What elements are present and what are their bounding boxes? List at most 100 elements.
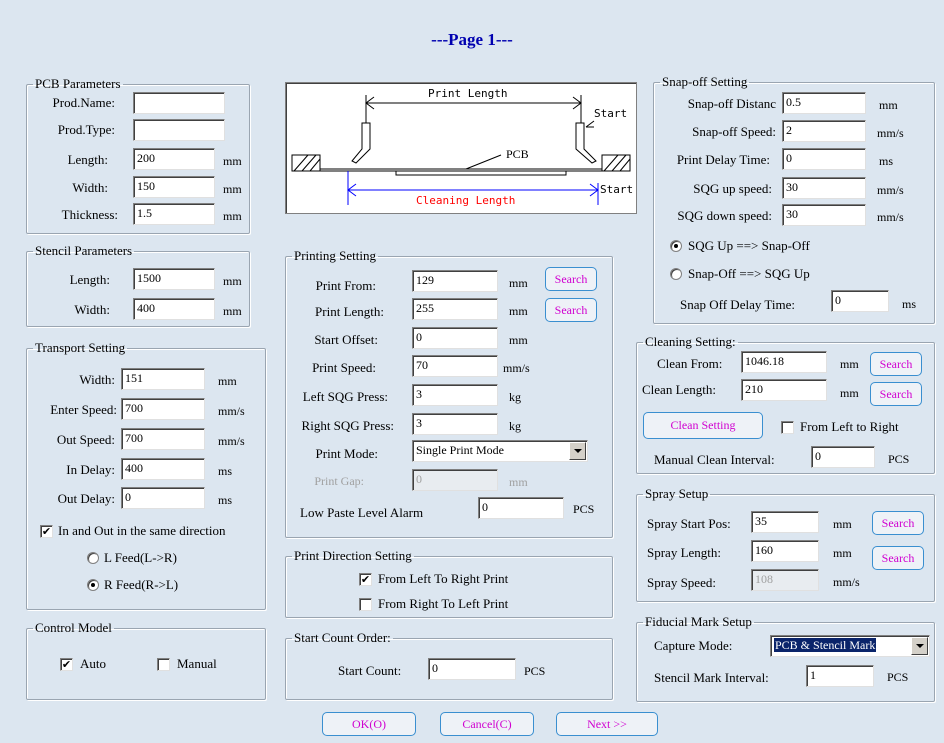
r-feed-label: R Feed(R->L) (104, 577, 179, 592)
print-gap-label: Print Gap: (314, 474, 364, 488)
enter-speed-label: Enter Speed: (50, 402, 117, 417)
clean-length-search-button[interactable]: Search (870, 382, 922, 406)
fiducial-setup-legend: Fiducial Mark Setup (645, 614, 752, 629)
sqg-up-first-radio[interactable] (670, 240, 682, 252)
out-speed-input[interactable]: 700 (121, 428, 205, 450)
out-delay-input[interactable]: 0 (121, 487, 205, 509)
pcb-thickness-unit: mm (223, 209, 242, 223)
print-from-search-button[interactable]: Search (545, 267, 597, 291)
sqg-down-speed-unit: mm/s (877, 210, 904, 224)
next-button[interactable]: Next >> (556, 712, 658, 736)
print-speed-input[interactable]: 70 (412, 355, 498, 377)
spray-start-pos-search-button[interactable]: Search (872, 511, 924, 535)
capture-mode-select[interactable]: PCB & Stencil Mark (770, 635, 930, 657)
pcb-length-label: Length: (67, 152, 108, 167)
rtl-print-checkbox[interactable] (359, 598, 372, 611)
enter-speed-input[interactable]: 700 (121, 398, 205, 420)
clean-from-input[interactable]: 1046.18 (741, 351, 827, 373)
print-from-input[interactable]: 129 (412, 270, 498, 292)
l-feed-radio[interactable] (87, 552, 99, 564)
snapoff-distance-label: Snap-off Distanc (687, 96, 776, 111)
stencil-mark-interval-input[interactable]: 1 (806, 665, 874, 687)
manual-checkbox[interactable] (157, 658, 170, 671)
print-speed-unit: mm/s (503, 361, 530, 375)
r-feed-radio[interactable] (87, 579, 99, 591)
capture-mode-dropdown-arrow-icon[interactable] (911, 637, 928, 655)
cleaning-setting-legend: Cleaning Setting: (645, 334, 736, 349)
prod-type-label: Prod.Type: (57, 122, 115, 137)
right-sqg-press-input[interactable]: 3 (412, 413, 498, 435)
low-paste-input[interactable]: 0 (478, 497, 564, 519)
same-direction-checkbox[interactable]: ✔ (40, 525, 53, 538)
prod-type-input[interactable] (133, 119, 225, 141)
start-offset-unit: mm (509, 333, 528, 347)
diagram-start-top-label: Start (594, 107, 628, 120)
print-from-label: Print From: (315, 278, 376, 293)
spray-start-pos-input[interactable]: 35 (751, 511, 819, 533)
pcb-thickness-input[interactable]: 1.5 (133, 203, 215, 225)
print-delay-input[interactable]: 0 (782, 148, 866, 170)
start-count-unit: PCS (524, 664, 546, 678)
clean-length-unit: mm (840, 386, 859, 400)
start-count-label: Start Count: (338, 663, 402, 678)
transport-width-unit: mm (218, 374, 237, 388)
low-paste-label: Low Paste Level Alarm (300, 505, 424, 520)
spray-speed-unit: mm/s (833, 575, 860, 589)
snapoff-distance-input[interactable]: 0.5 (782, 92, 866, 114)
print-gap-unit: mm (509, 475, 528, 489)
sqg-down-speed-input[interactable]: 30 (782, 204, 866, 226)
snapoff-speed-input[interactable]: 2 (782, 120, 866, 142)
start-offset-input[interactable]: 0 (412, 327, 498, 349)
start-count-input[interactable]: 0 (428, 658, 516, 680)
spray-length-label: Spray Length: (647, 545, 722, 560)
prod-name-input[interactable] (133, 92, 225, 114)
stencil-width-input[interactable]: 400 (133, 298, 215, 320)
clean-setting-button[interactable]: Clean Setting (643, 412, 763, 439)
in-delay-unit: ms (218, 464, 233, 478)
clean-from-search-button[interactable]: Search (870, 352, 922, 376)
cancel-button[interactable]: Cancel(C) (440, 712, 534, 736)
manual-clean-interval-unit: PCS (888, 452, 910, 466)
snapoff-first-radio[interactable] (670, 268, 682, 280)
left-sqg-press-label: Left SQG Press: (302, 389, 388, 404)
out-speed-unit: mm/s (218, 434, 245, 448)
snapoff-speed-label: Snap-off Speed: (692, 124, 776, 139)
stencil-length-label: Length: (69, 272, 110, 287)
spray-length-search-button[interactable]: Search (872, 546, 924, 570)
clean-ltr-label: From Left to Right (800, 419, 899, 434)
print-mode-label: Print Mode: (315, 446, 378, 461)
clean-ltr-checkbox[interactable] (781, 421, 794, 434)
spray-length-input[interactable]: 160 (751, 540, 819, 562)
stencil-mark-interval-unit: PCS (887, 670, 909, 684)
stencil-length-input[interactable]: 1500 (133, 268, 215, 290)
pcb-width-label: Width: (72, 180, 108, 195)
print-gap-input: 0 (412, 469, 498, 491)
manual-label: Manual (177, 656, 217, 671)
pcb-length-unit: mm (223, 154, 242, 168)
ltr-print-checkbox[interactable]: ✔ (359, 573, 372, 586)
auto-checkbox[interactable]: ✔ (60, 658, 73, 671)
clean-length-input[interactable]: 210 (741, 379, 827, 401)
print-mode-select[interactable]: Single Print Mode (412, 440, 588, 462)
stencil-length-unit: mm (223, 274, 242, 288)
manual-clean-interval-input[interactable]: 0 (811, 446, 875, 468)
print-length-search-button[interactable]: Search (545, 298, 597, 322)
rtl-print-label: From Right To Left Print (378, 596, 509, 611)
transport-width-input[interactable]: 151 (121, 368, 205, 390)
spray-setup-legend: Spray Setup (645, 486, 709, 501)
capture-mode-label: Capture Mode: (654, 638, 733, 653)
left-sqg-press-input[interactable]: 3 (412, 384, 498, 406)
pcb-width-input[interactable]: 150 (133, 176, 215, 198)
sqg-up-speed-input[interactable]: 30 (782, 177, 866, 199)
in-delay-input[interactable]: 400 (121, 458, 205, 480)
print-mode-dropdown-arrow-icon[interactable] (569, 442, 586, 460)
print-from-unit: mm (509, 276, 528, 290)
ok-button[interactable]: OK(O) (322, 712, 416, 736)
snapoff-delay-input[interactable]: 0 (831, 290, 889, 312)
sqg-up-speed-unit: mm/s (877, 183, 904, 197)
control-model-legend: Control Model (35, 620, 112, 635)
pcb-length-input[interactable]: 200 (133, 148, 215, 170)
print-length-input[interactable]: 255 (412, 298, 498, 320)
left-sqg-press-unit: kg (509, 390, 521, 404)
sqg-up-speed-label: SQG up speed: (693, 181, 772, 196)
